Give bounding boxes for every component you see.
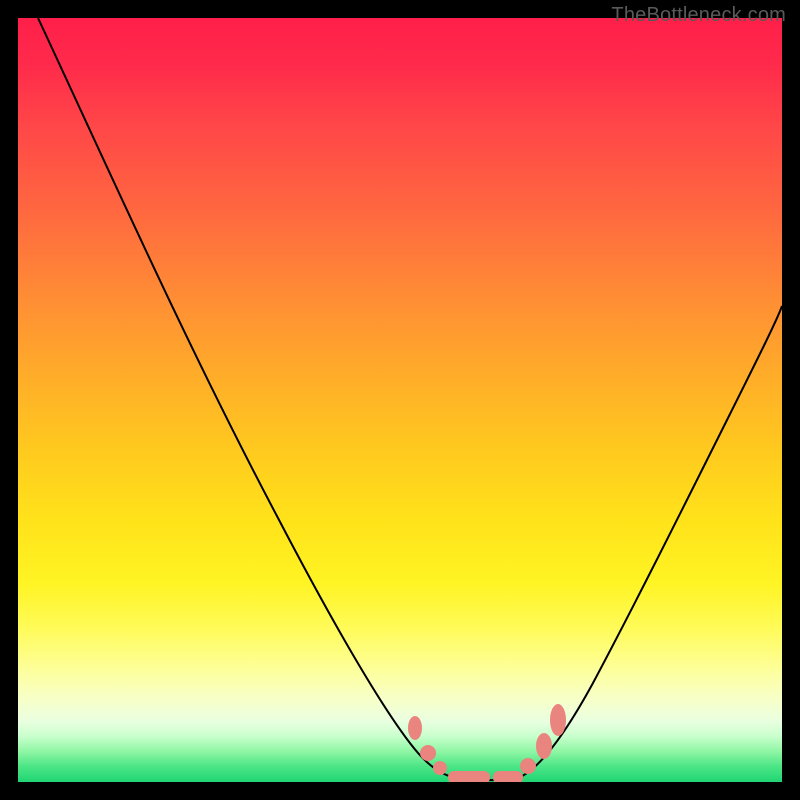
valley-markers: [408, 704, 566, 782]
bottleneck-curve: [18, 18, 782, 782]
watermark-text: TheBottleneck.com: [611, 4, 786, 27]
curve-left-branch: [38, 18, 456, 778]
plot-area: [18, 18, 782, 782]
chart-frame: TheBottleneck.com: [0, 0, 800, 800]
